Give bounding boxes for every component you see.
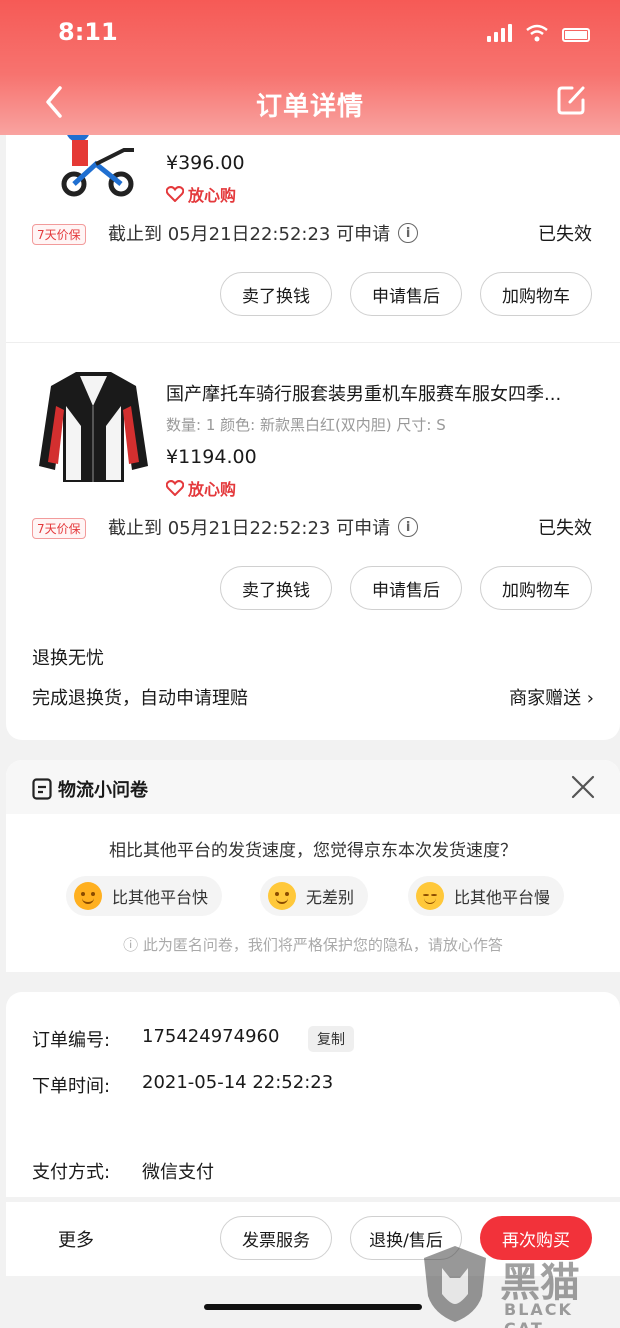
wifi-icon: [526, 24, 548, 42]
copy-button[interactable]: 复制: [308, 1026, 354, 1052]
survey-option-same[interactable]: 无差别: [260, 876, 369, 916]
close-icon[interactable]: [570, 774, 596, 800]
order-number-label: 订单编号:: [32, 1030, 111, 1051]
survey-title: 物流小问卷: [58, 780, 148, 801]
guarantee-label: 放心购: [166, 182, 236, 206]
payment-method-value: 微信支付: [142, 1162, 214, 1183]
signal-icon: [487, 24, 512, 42]
more-button[interactable]: 更多: [58, 1226, 94, 1252]
logistics-survey-card: 物流小问卷 相比其他平台的发货速度，您觉得京东本次发货速度？ 比其他平台快 无差…: [6, 760, 620, 972]
product-title[interactable]: 国产摩托车骑行服套装男重机车服赛车服女四季...: [166, 380, 596, 406]
payment-method-label: 支付方式:: [32, 1162, 111, 1183]
status-icons: [487, 24, 590, 42]
watermark: 黑猫 BLACK CAT: [420, 1244, 620, 1328]
price-protect-badge: 7天价保: [32, 224, 86, 245]
heart-shield-icon: [166, 480, 184, 496]
after-sale-button[interactable]: 申请售后: [350, 272, 462, 316]
product-spec: 数量: 1 颜色: 新款黑白红(双内胆) 尺寸: S: [166, 416, 446, 434]
home-indicator[interactable]: [204, 1304, 422, 1310]
document-icon: [32, 778, 52, 800]
add-to-cart-button[interactable]: 加购物车: [480, 566, 592, 610]
invoice-button[interactable]: 发票服务: [220, 1216, 332, 1260]
price-protect-deadline: 截止到 05月21日22:52:23 可申请 i: [108, 514, 419, 540]
sell-button[interactable]: 卖了换钱: [220, 272, 332, 316]
product-price: ¥1194.00: [166, 446, 257, 468]
survey-question: 相比其他平台的发货速度，您觉得京东本次发货速度？: [109, 841, 517, 861]
survey-header: 物流小问卷: [6, 760, 620, 814]
page-title: 订单详情: [255, 92, 364, 122]
header: 8:11 订单详情: [0, 0, 620, 135]
worry-free-desc: 完成退换货，自动申请理赔: [32, 688, 248, 709]
sleepy-face-icon: [416, 882, 444, 910]
price-protect-deadline: 截止到 05月21日22:52:23 可申请 i: [108, 220, 419, 246]
edit-icon[interactable]: [556, 84, 586, 116]
info-icon[interactable]: i: [398, 517, 419, 537]
heart-shield-icon: [166, 186, 184, 202]
black-cat-shield-icon: [424, 1246, 486, 1322]
product-price: ¥396.00: [166, 152, 245, 174]
smile-face-icon: [268, 882, 296, 910]
order-number-value: 175424974960: [142, 1026, 280, 1047]
worry-free-title: 退换无忧: [32, 648, 104, 669]
survey-option-faster[interactable]: 比其他平台快: [66, 876, 223, 916]
nav-bar: 订单详情: [0, 78, 620, 126]
guarantee-label: 放心购: [166, 476, 236, 500]
survey-privacy-note: ⓘ 此为匿名问卷，我们将严格保护您的隐私，请放心作答: [123, 936, 503, 954]
after-sale-button[interactable]: 申请售后: [350, 566, 462, 610]
survey-option-slower[interactable]: 比其他平台慢: [408, 876, 565, 916]
status-time: 8:11: [58, 18, 118, 46]
products-card: ¥396.00 放心购 7天价保 截止到 05月21日22:52:23 可申请 …: [6, 120, 620, 740]
status-expired: 已失效: [538, 518, 592, 539]
merchant-gift-link[interactable]: 商家赠送 ›: [509, 684, 594, 710]
info-icon[interactable]: i: [398, 223, 419, 243]
product-image-jacket[interactable]: [36, 366, 151, 486]
watermark-sub: BLACK CAT: [504, 1300, 573, 1328]
order-time-value: 2021-05-14 22:52:23: [142, 1072, 334, 1093]
order-time-label: 下单时间:: [32, 1076, 111, 1097]
price-protect-badge: 7天价保: [32, 518, 86, 539]
sell-button[interactable]: 卖了换钱: [220, 566, 332, 610]
status-expired: 已失效: [538, 224, 592, 245]
excited-face-icon: [74, 882, 102, 910]
status-bar: 8:11: [0, 18, 620, 48]
battery-icon: [562, 28, 590, 42]
divider: [6, 342, 620, 343]
add-to-cart-button[interactable]: 加购物车: [480, 272, 592, 316]
order-info-card: 订单编号: 175424974960 复制 下单时间: 2021-05-14 2…: [6, 992, 620, 1197]
